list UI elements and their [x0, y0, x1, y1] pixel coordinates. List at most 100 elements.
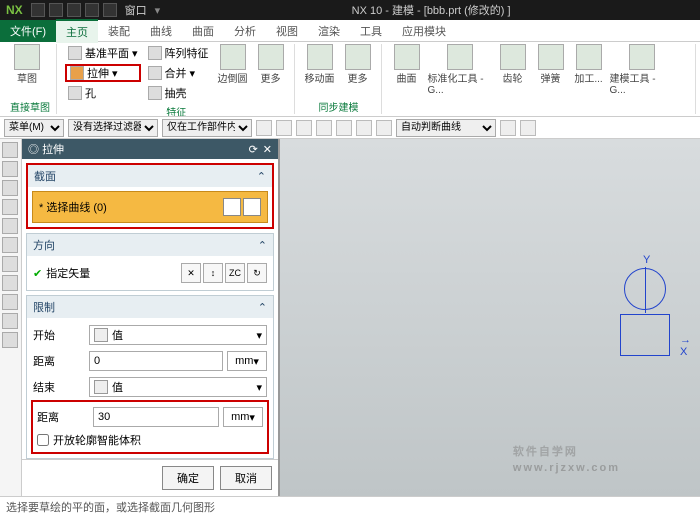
surface-button[interactable]: 曲面 [390, 44, 424, 85]
vector-zc-icon[interactable]: ZC [225, 263, 245, 283]
mfg-button[interactable]: 加工... [572, 44, 606, 85]
blend-icon [220, 44, 246, 70]
file-menu[interactable]: 文件(F) [0, 20, 56, 42]
sel-icon[interactable] [520, 120, 536, 136]
extrude-dialog: ◎ 拉伸 ⟳✕ 截面⌃ * 选择曲线 (0) 方向⌃ ✔ 指定矢量 [22, 139, 280, 496]
move-face-button[interactable]: 移动面 [303, 44, 337, 85]
edge-blend-button[interactable]: 边倒圆 [216, 44, 250, 85]
sel-icon[interactable] [296, 120, 312, 136]
more-sync-button[interactable]: 更多 [341, 44, 375, 85]
curve-rule-dropdown[interactable]: 自动判断曲线 [396, 119, 496, 137]
sel-icon[interactable] [336, 120, 352, 136]
quick-access-toolbar [31, 3, 117, 17]
tab-assembly[interactable]: 装配 [98, 20, 140, 42]
model-tool-button[interactable]: 建模工具 - G... [610, 44, 674, 96]
close-icon[interactable]: ✕ [263, 143, 272, 156]
mt-icon [629, 44, 655, 70]
sel-icon[interactable] [276, 120, 292, 136]
watermark: 软件自学网 www.rjzxw.com [513, 430, 620, 474]
tab-curve[interactable]: 曲线 [140, 20, 182, 42]
vector-icon[interactable]: ✕ [181, 263, 201, 283]
ok-button[interactable]: 确定 [162, 466, 214, 490]
tab-view[interactable]: 视图 [266, 20, 308, 42]
nav-icon[interactable] [2, 313, 18, 329]
qat-icon[interactable] [49, 3, 63, 17]
qat-icon[interactable] [31, 3, 45, 17]
nav-icon[interactable] [2, 142, 18, 158]
plane-icon [68, 46, 82, 60]
chevron-up-icon: ⌃ [257, 170, 266, 183]
start-dist-input[interactable]: 0 [89, 351, 223, 371]
nav-icon[interactable] [2, 218, 18, 234]
nav-icon[interactable] [2, 294, 18, 310]
nav-icon[interactable] [2, 256, 18, 272]
y-axis-label: Y [643, 254, 650, 266]
ribbon-group-sync: 移动面 更多 同步建模 [297, 44, 382, 114]
tab-app[interactable]: 应用模块 [392, 20, 456, 42]
graphics-viewport[interactable]: Y → X 软件自学网 www.rjzxw.com [280, 139, 700, 496]
curve-icon[interactable] [243, 198, 261, 216]
value-icon [94, 380, 108, 394]
select-curve-row[interactable]: * 选择曲线 (0) [32, 191, 268, 223]
sel-icon[interactable] [256, 120, 272, 136]
sel-icon[interactable] [316, 120, 332, 136]
qat-icon[interactable] [103, 3, 117, 17]
nav-icon[interactable] [2, 237, 18, 253]
filter-dropdown[interactable]: 没有选择过滤器 [68, 119, 158, 137]
vector-icon[interactable]: ↕ [203, 263, 223, 283]
tab-tools[interactable]: 工具 [350, 20, 392, 42]
menu-dropdown[interactable]: 菜单(M) [4, 119, 64, 137]
dist-label: 距离 [33, 353, 85, 369]
nav-icon[interactable] [2, 161, 18, 177]
hole-icon [68, 86, 82, 100]
collapse-icon[interactable]: ⟳ [249, 143, 258, 156]
select-curve-label: * 选择曲线 (0) [39, 199, 107, 215]
start-combo[interactable]: 值▾ [89, 325, 267, 345]
dialog-title: 拉伸 [42, 144, 64, 156]
tab-analysis[interactable]: 分析 [224, 20, 266, 42]
more-feature-button[interactable]: 更多 [254, 44, 288, 85]
unite-button[interactable]: 合并▾ [145, 64, 212, 82]
qat-icon[interactable] [67, 3, 81, 17]
chevron-up-icon: ⌃ [258, 301, 267, 314]
spring-icon [538, 44, 564, 70]
pattern-button[interactable]: 阵列特征 [145, 44, 212, 62]
sketch-section-icon[interactable] [223, 198, 241, 216]
end-combo[interactable]: 值▾ [89, 377, 267, 397]
more-icon [345, 44, 371, 70]
nav-icon[interactable] [2, 180, 18, 196]
shell-button[interactable]: 抽壳 [145, 84, 212, 102]
tab-home[interactable]: 主页 [56, 19, 98, 43]
tab-surface[interactable]: 曲面 [182, 20, 224, 42]
dialog-header[interactable]: ◎ 拉伸 ⟳✕ [22, 139, 278, 159]
x-axis-label: → X [680, 334, 691, 358]
window-menu[interactable]: 窗口 [125, 2, 147, 18]
unit-combo[interactable]: mm ▾ [223, 407, 263, 427]
open-profile-checkbox[interactable] [37, 434, 49, 446]
datum-plane-button[interactable]: 基准平面▾ [65, 44, 141, 62]
shell-icon [148, 86, 162, 100]
sel-icon[interactable] [500, 120, 516, 136]
std-tool-button[interactable]: 标准化工具 - G... [428, 44, 492, 96]
end-dist-input[interactable]: 30 [93, 407, 219, 427]
extrude-icon [70, 66, 84, 80]
scope-dropdown[interactable]: 仅在工作部件内 [162, 119, 252, 137]
nav-icon[interactable] [2, 275, 18, 291]
tab-render[interactable]: 渲染 [308, 20, 350, 42]
unit-combo[interactable]: mm ▾ [227, 351, 267, 371]
spring-button[interactable]: 弹簧 [534, 44, 568, 85]
section-limits: 限制⌃ 开始值▾ 距离0mm ▾ 结束值▾ 距离30mm ▾ 开放轮廓智能体积 [26, 295, 274, 459]
extrude-button[interactable]: 拉伸▾ [65, 64, 141, 82]
selection-bar: 菜单(M) 没有选择过滤器 仅在工作部件内 自动判断曲线 [0, 117, 700, 139]
work-area: ◎ 拉伸 ⟳✕ 截面⌃ * 选择曲线 (0) 方向⌃ ✔ 指定矢量 [0, 139, 700, 496]
sel-icon[interactable] [356, 120, 372, 136]
gear-button[interactable]: 齿轮 [496, 44, 530, 85]
sel-icon[interactable] [376, 120, 392, 136]
sketch-button[interactable]: 草图 [10, 44, 44, 85]
hole-button[interactable]: 孔 [65, 84, 141, 102]
nav-icon[interactable] [2, 199, 18, 215]
cancel-button[interactable]: 取消 [220, 466, 272, 490]
nav-icon[interactable] [2, 332, 18, 348]
reverse-icon[interactable]: ↻ [247, 263, 267, 283]
qat-icon[interactable] [85, 3, 99, 17]
